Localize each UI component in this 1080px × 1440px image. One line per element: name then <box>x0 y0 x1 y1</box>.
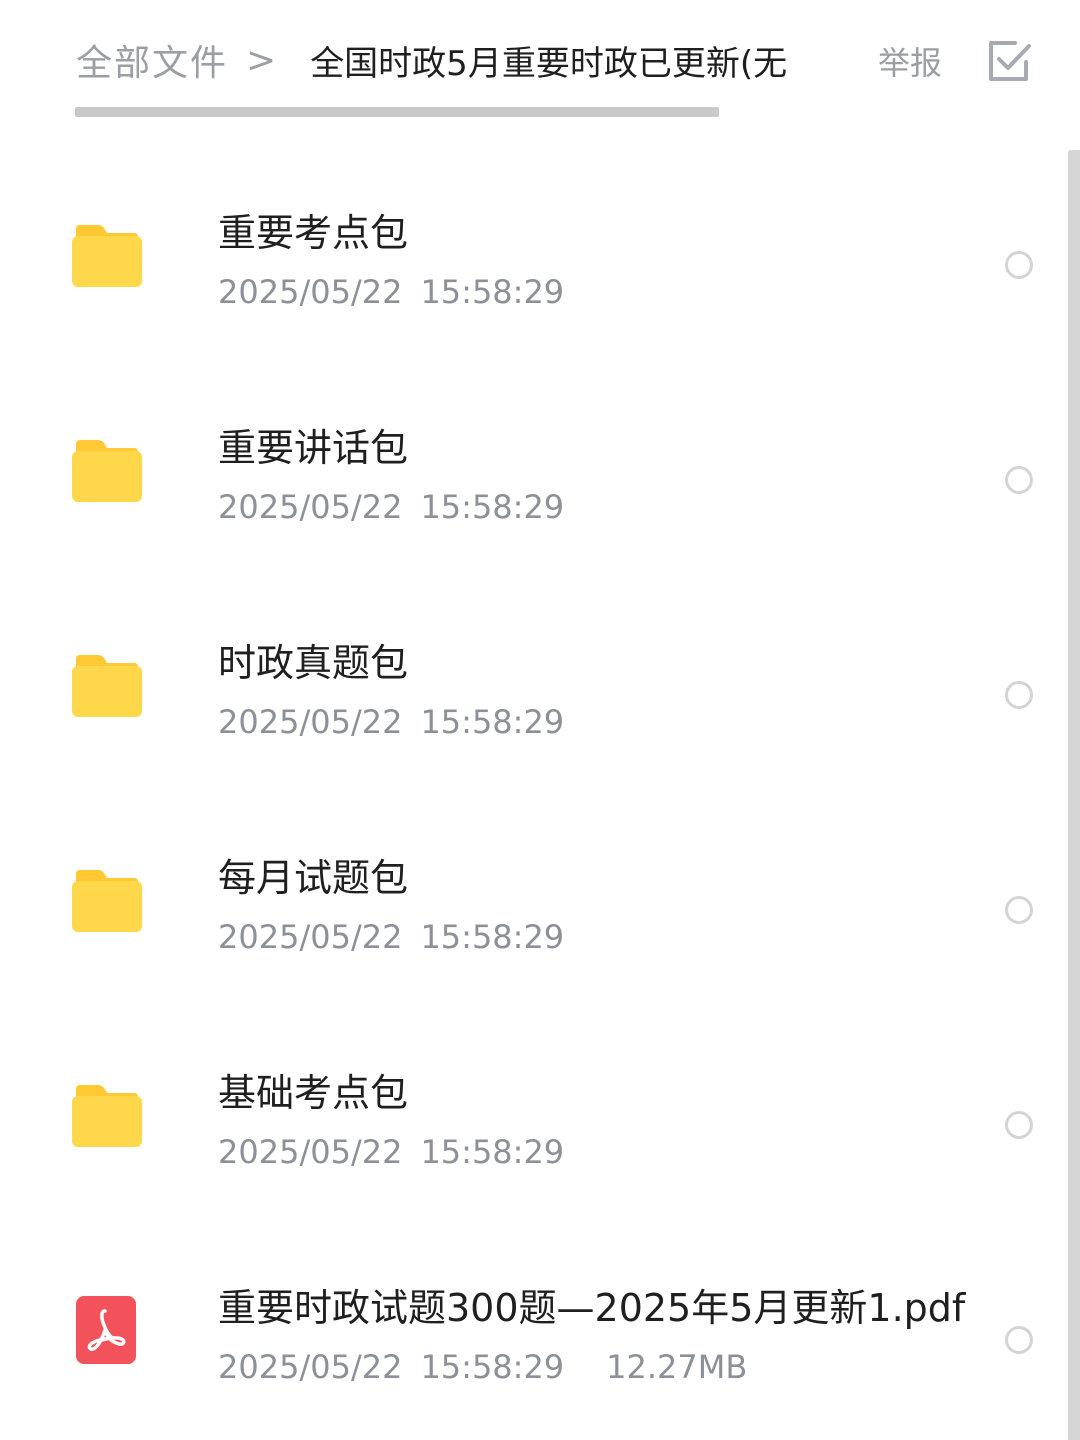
file-name: 重要考点包 <box>218 211 409 255</box>
file-name: 重要讲话包 <box>218 426 409 470</box>
select-radio[interactable] <box>1005 681 1033 709</box>
file-name: 重要时政试题300题—2025年5月更新1.pdf <box>218 1286 966 1330</box>
file-meta: 2025/05/22 15:58:29 <box>218 703 564 741</box>
file-meta: 2025/05/22 15:58:29 12.27MB <box>218 1348 747 1386</box>
folder-icon <box>72 1085 142 1147</box>
select-radio[interactable] <box>1005 466 1033 494</box>
checkbox-checked-icon <box>989 41 1031 81</box>
file-time: 15:58:29 <box>420 1133 565 1171</box>
file-meta: 2025/05/22 15:58:29 <box>218 273 564 311</box>
file-time: 15:58:29 <box>420 1348 565 1386</box>
select-radio[interactable] <box>1005 1111 1033 1139</box>
list-item[interactable]: 重要考点包 2025/05/22 15:58:29 <box>0 150 1060 365</box>
file-date: 2025/05/22 <box>218 488 403 526</box>
file-list: 重要考点包 2025/05/22 15:58:29 重要讲话包 2025/05/2… <box>0 150 1060 1440</box>
file-meta: 2025/05/22 15:58:29 <box>218 918 564 956</box>
select-radio[interactable] <box>1005 251 1033 279</box>
breadcrumb-scrollbar[interactable] <box>75 107 719 117</box>
file-meta: 2025/05/22 15:58:29 <box>218 1133 564 1171</box>
folder-icon <box>72 655 142 717</box>
file-date: 2025/05/22 <box>218 273 403 311</box>
list-item[interactable]: 重要讲话包 2025/05/22 15:58:29 <box>0 365 1060 580</box>
file-meta: 2025/05/22 15:58:29 <box>218 488 564 526</box>
file-name: 基础考点包 <box>218 1071 409 1115</box>
breadcrumb-root[interactable]: 全部文件 <box>76 34 228 86</box>
folder-body <box>72 881 142 932</box>
select-radio[interactable] <box>1005 1326 1033 1354</box>
select-radio[interactable] <box>1005 896 1033 924</box>
file-date: 2025/05/22 <box>218 703 403 741</box>
folder-body <box>72 1096 142 1147</box>
list-item[interactable]: 时政真题包 2025/05/22 15:58:29 <box>0 580 1060 795</box>
breadcrumb: 全部文件 > 全国时政5月重要时政已更新(无 <box>76 34 787 86</box>
list-item[interactable]: 重要时政试题300题—2025年5月更新1.pdf 2025/05/22 15:5… <box>0 1225 1060 1440</box>
folder-body <box>72 451 142 502</box>
folder-icon <box>72 225 142 287</box>
file-time: 15:58:29 <box>420 273 565 311</box>
list-item[interactable]: 基础考点包 2025/05/22 15:58:29 <box>0 1010 1060 1225</box>
folder-icon <box>72 440 142 502</box>
file-name: 每月试题包 <box>218 856 409 900</box>
breadcrumb-current: 全国时政5月重要时政已更新(无 <box>310 43 788 84</box>
file-date: 2025/05/22 <box>218 1133 403 1171</box>
file-time: 15:58:29 <box>420 703 565 741</box>
file-date: 2025/05/22 <box>218 918 403 956</box>
file-time: 15:58:29 <box>420 918 565 956</box>
multi-select-button[interactable] <box>986 38 1034 86</box>
breadcrumb-separator: > <box>246 39 277 81</box>
folder-body <box>72 666 142 717</box>
report-button[interactable]: 举报 <box>878 38 942 84</box>
file-size: 12.27MB <box>606 1348 748 1386</box>
file-name: 时政真题包 <box>218 641 409 685</box>
folder-icon <box>72 870 142 932</box>
folder-body <box>72 236 142 287</box>
file-time: 15:58:29 <box>420 488 565 526</box>
list-item[interactable]: 每月试题包 2025/05/22 15:58:29 <box>0 795 1060 1010</box>
page-scrollbar[interactable] <box>1068 150 1080 1440</box>
file-date: 2025/05/22 <box>218 1348 403 1386</box>
pdf-icon <box>76 1296 136 1364</box>
header-bar: 全部文件 > 全国时政5月重要时政已更新(无 举报 <box>0 0 1080 120</box>
